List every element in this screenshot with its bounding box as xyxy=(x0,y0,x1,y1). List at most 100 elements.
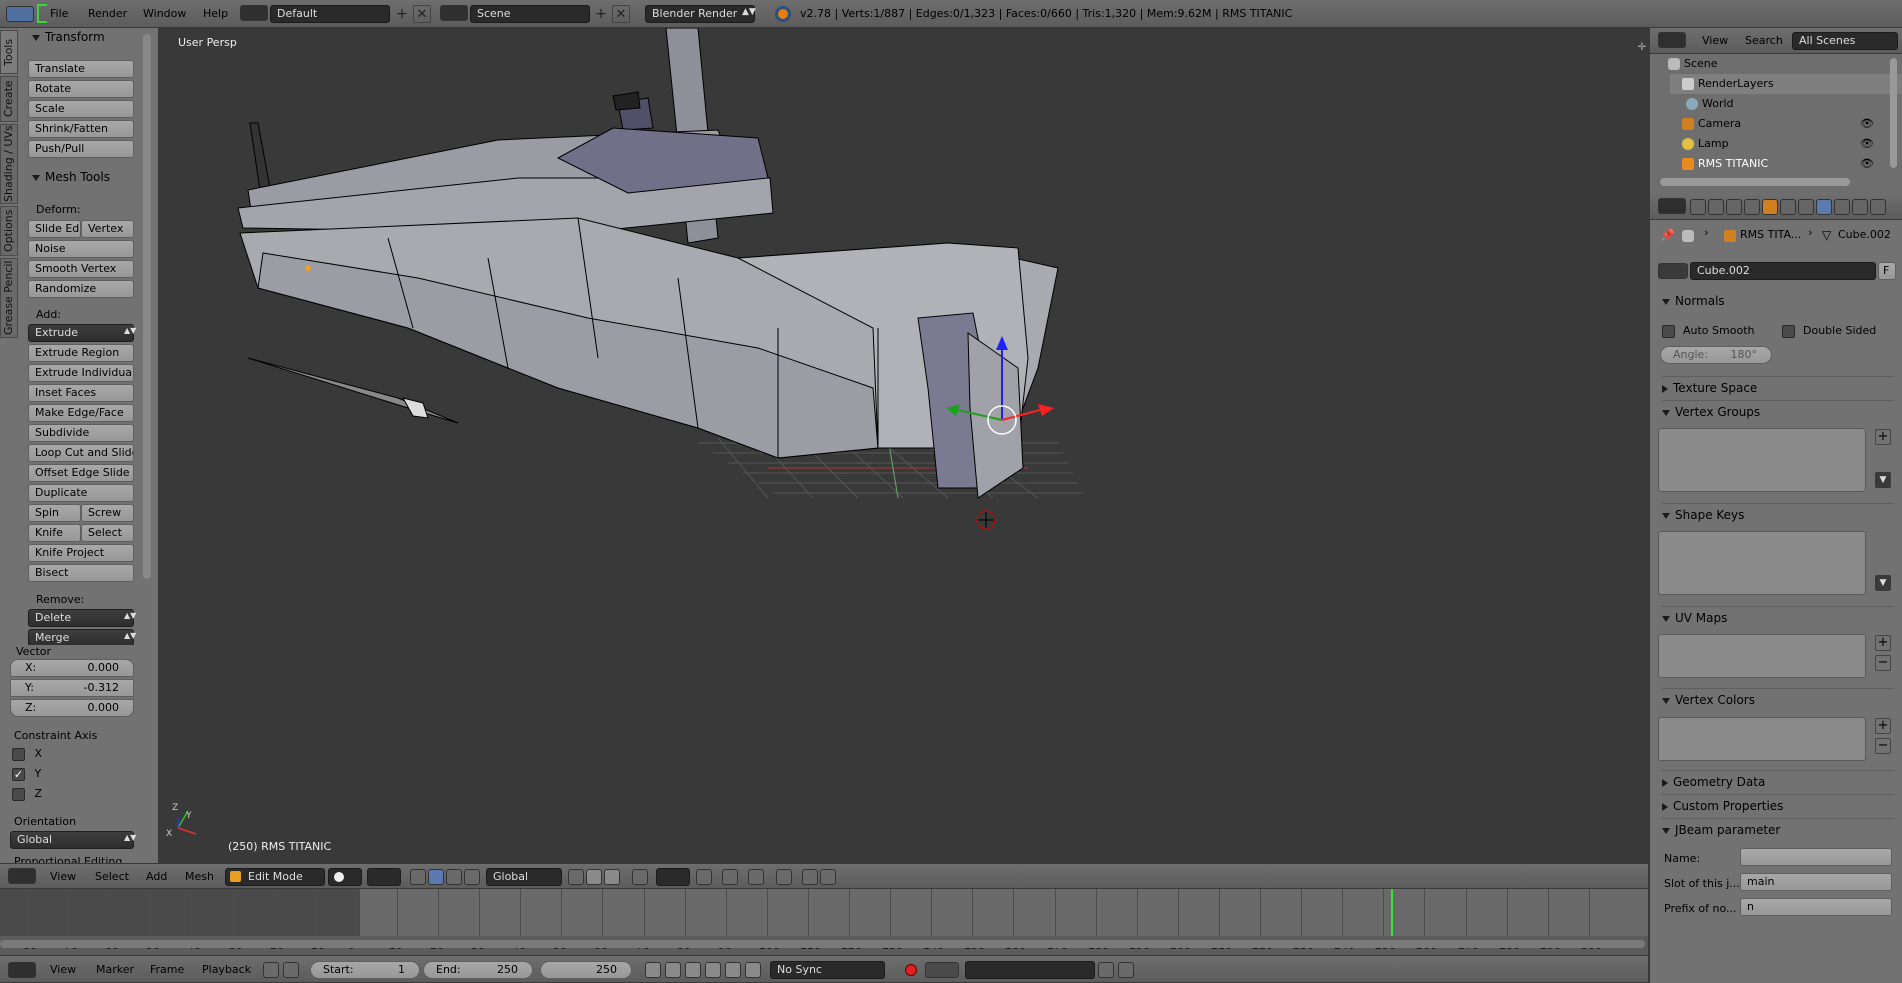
pin-icon[interactable]: 📌 xyxy=(1660,228,1675,242)
jbeam-panel-header[interactable]: JBeam parameter xyxy=(1662,818,1894,837)
rotate-manipulator-icon[interactable] xyxy=(446,869,462,885)
double-sided-checkbox[interactable]: Double Sided xyxy=(1782,324,1876,338)
texture-tab-icon[interactable] xyxy=(1852,199,1868,215)
mesh-name-field[interactable]: Cube.002 xyxy=(1690,262,1876,280)
loop-cut-button[interactable]: Loop Cut and Slide xyxy=(28,444,134,462)
opengl-render-icon[interactable] xyxy=(802,869,818,885)
smooth-vertex-button[interactable]: Smooth Vertex xyxy=(28,260,134,278)
mesh-tools-panel-header[interactable]: Mesh Tools xyxy=(32,170,110,184)
tab-tools[interactable]: Tools xyxy=(0,30,18,74)
translate-button[interactable]: Translate xyxy=(28,60,134,78)
properties-editor-icon[interactable] xyxy=(1658,198,1686,214)
jump-keyframe-back-icon[interactable] xyxy=(665,962,681,978)
scene-icon[interactable] xyxy=(440,5,468,21)
scene-field[interactable]: Scene xyxy=(470,5,590,23)
custom-properties-panel-header[interactable]: Custom Properties xyxy=(1662,794,1894,813)
end-frame-field[interactable]: End: 250 xyxy=(423,961,533,979)
spin-button[interactable]: Spin xyxy=(28,504,81,522)
scale-manipulator-icon[interactable] xyxy=(464,869,480,885)
timeline-menu-playback[interactable]: Playback xyxy=(202,957,251,983)
extrude-individual-button[interactable]: Extrude Individual xyxy=(28,364,134,382)
knife-project-button[interactable]: Knife Project xyxy=(28,544,134,562)
snap-toggle-icon[interactable] xyxy=(696,869,712,885)
vertex-colors-list[interactable] xyxy=(1658,717,1866,761)
jbeam-prefix-field[interactable]: n xyxy=(1740,898,1892,916)
timeline-scrollbar[interactable] xyxy=(0,940,1645,948)
orientation-select[interactable]: Global xyxy=(10,831,134,849)
extrude-menu-button[interactable]: Extrude xyxy=(28,324,134,342)
play-icon[interactable] xyxy=(705,962,721,978)
constraint-y-checkbox[interactable]: ✓ Y xyxy=(12,767,41,781)
lamp-visibility-icon[interactable]: 👁 xyxy=(1860,134,1874,154)
knife-select-button[interactable]: Select xyxy=(81,524,134,542)
outliner-item-scene[interactable]: Scene xyxy=(1668,54,1888,74)
outliner-item-camera[interactable]: Camera 👁 xyxy=(1670,114,1902,134)
remove-scene-icon[interactable]: ✕ xyxy=(612,5,630,23)
limit-selection-icon[interactable] xyxy=(632,869,648,885)
tab-create[interactable]: Create xyxy=(0,76,18,122)
render-engine-select[interactable]: Blender Render xyxy=(645,5,755,23)
outliner-menu-search[interactable]: Search xyxy=(1745,28,1783,54)
menu-help[interactable]: Help xyxy=(203,1,228,27)
layout-field[interactable]: Default xyxy=(270,5,390,23)
jbeam-slot-field[interactable]: main xyxy=(1740,873,1892,891)
outliner-item-world[interactable]: World xyxy=(1686,94,1886,114)
jump-keyframe-forward-icon[interactable] xyxy=(725,962,741,978)
timeline-menu-view[interactable]: View xyxy=(50,957,76,983)
insert-keyframe-icon[interactable] xyxy=(1098,962,1114,978)
slide-edge-button[interactable]: Slide Ed xyxy=(28,220,81,238)
tab-shading-uvs[interactable]: Shading / UVs xyxy=(0,124,18,204)
outliner-item-rms-titanic[interactable]: RMS TITANIC 👁 xyxy=(1670,154,1902,174)
outliner-scope-select[interactable]: All Scenes xyxy=(1792,32,1898,50)
render-layers-tab-icon[interactable] xyxy=(1708,199,1724,215)
jump-end-icon[interactable] xyxy=(745,962,761,978)
menu-render[interactable]: Render xyxy=(88,1,127,27)
timeline-menu-frame[interactable]: Frame xyxy=(150,957,184,983)
menu-add[interactable]: Add xyxy=(146,864,167,890)
uv-maps-list[interactable] xyxy=(1658,634,1866,678)
preview-range-icon[interactable] xyxy=(263,962,279,978)
remove-uv-map-icon[interactable]: − xyxy=(1875,655,1891,671)
add-scene-icon[interactable]: + xyxy=(592,5,610,23)
start-frame-field[interactable]: Start: 1 xyxy=(310,961,420,979)
jump-start-icon[interactable] xyxy=(645,962,661,978)
keying-set-icon[interactable] xyxy=(925,962,959,978)
uv-maps-panel-header[interactable]: UV Maps xyxy=(1662,606,1894,625)
current-frame-line[interactable] xyxy=(1391,889,1393,936)
render-tab-icon[interactable] xyxy=(1690,199,1706,215)
world-tab-icon[interactable] xyxy=(1744,199,1760,215)
transform-panel-header[interactable]: Transform xyxy=(32,30,105,44)
viewport-3d[interactable]: User Persp ✛ X Y Z (250) RMS TITANIC xyxy=(158,28,1648,863)
texture-space-panel-header[interactable]: Texture Space xyxy=(1662,376,1894,395)
data-tab-icon[interactable] xyxy=(1816,199,1832,215)
tool-shelf-scrollbar[interactable] xyxy=(143,34,151,579)
pivot-select[interactable] xyxy=(367,868,401,886)
remove-vertex-color-icon[interactable]: − xyxy=(1875,738,1891,754)
current-frame-field[interactable]: 250 xyxy=(540,961,632,979)
make-edge-face-button[interactable]: Make Edge/Face xyxy=(28,404,134,422)
shape-keys-list[interactable] xyxy=(1658,531,1866,595)
noise-button[interactable]: Noise xyxy=(28,240,134,258)
randomize-button[interactable]: Randomize xyxy=(28,280,134,298)
outliner-item-renderlayers[interactable]: RenderLayers xyxy=(1670,74,1902,94)
inset-faces-button[interactable]: Inset Faces xyxy=(28,384,134,402)
timeline-menu-marker[interactable]: Marker xyxy=(96,957,134,983)
outliner-item-lamp[interactable]: Lamp 👁 xyxy=(1670,134,1902,154)
keying-set-field[interactable] xyxy=(965,961,1095,979)
vector-z-field[interactable]: Z: 0.000 xyxy=(10,699,134,717)
vertex-groups-list[interactable] xyxy=(1658,428,1866,492)
camera-visibility-icon[interactable]: 👁 xyxy=(1860,114,1874,134)
knife-button[interactable]: Knife xyxy=(28,524,81,542)
info-editor-icon[interactable] xyxy=(6,6,34,22)
subdivide-button[interactable]: Subdivide xyxy=(28,424,134,442)
duplicate-button[interactable]: Duplicate xyxy=(28,484,134,502)
shape-keys-panel-header[interactable]: Shape Keys xyxy=(1662,503,1894,522)
proportional-select[interactable] xyxy=(656,868,690,886)
push-pull-button[interactable]: Push/Pull xyxy=(28,140,134,158)
vector-x-field[interactable]: X: 0.000 xyxy=(10,659,134,677)
sync-mode-select[interactable]: No Sync xyxy=(770,961,885,979)
normals-panel-header[interactable]: Normals xyxy=(1662,294,1725,308)
timeline-editor-icon[interactable] xyxy=(8,962,36,978)
bisect-button[interactable]: Bisect xyxy=(28,564,134,582)
shrink-fatten-button[interactable]: Shrink/Fatten xyxy=(28,120,134,138)
